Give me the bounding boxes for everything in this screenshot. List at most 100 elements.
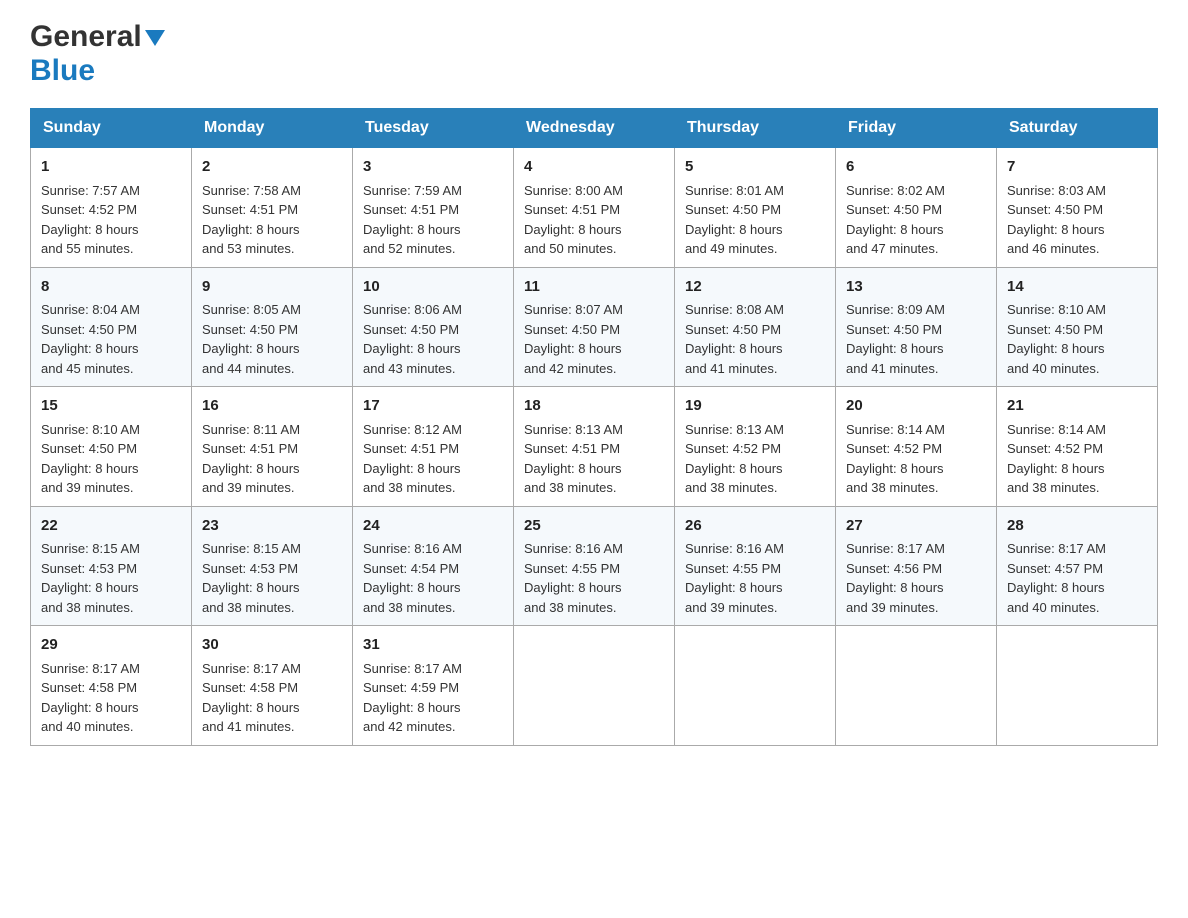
day-info: Sunrise: 8:03 AMSunset: 4:50 PMDaylight:… bbox=[1007, 181, 1147, 259]
day-number: 5 bbox=[685, 156, 825, 179]
day-info: Sunrise: 8:17 AMSunset: 4:58 PMDaylight:… bbox=[202, 659, 342, 737]
day-number: 23 bbox=[202, 515, 342, 538]
calendar-week-row: 22 Sunrise: 8:15 AMSunset: 4:53 PMDaylig… bbox=[31, 506, 1158, 626]
day-number: 7 bbox=[1007, 156, 1147, 179]
day-number: 27 bbox=[846, 515, 986, 538]
day-number: 31 bbox=[363, 634, 503, 657]
calendar-cell: 5 Sunrise: 8:01 AMSunset: 4:50 PMDayligh… bbox=[675, 148, 836, 268]
header-tuesday: Tuesday bbox=[353, 109, 514, 148]
day-number: 13 bbox=[846, 276, 986, 299]
day-info: Sunrise: 8:10 AMSunset: 4:50 PMDaylight:… bbox=[41, 420, 181, 498]
day-info: Sunrise: 7:57 AMSunset: 4:52 PMDaylight:… bbox=[41, 181, 181, 259]
calendar-cell: 11 Sunrise: 8:07 AMSunset: 4:50 PMDaylig… bbox=[514, 267, 675, 387]
day-info: Sunrise: 8:09 AMSunset: 4:50 PMDaylight:… bbox=[846, 300, 986, 378]
day-info: Sunrise: 7:58 AMSunset: 4:51 PMDaylight:… bbox=[202, 181, 342, 259]
calendar-cell: 20 Sunrise: 8:14 AMSunset: 4:52 PMDaylig… bbox=[836, 387, 997, 507]
day-info: Sunrise: 8:06 AMSunset: 4:50 PMDaylight:… bbox=[363, 300, 503, 378]
day-info: Sunrise: 8:01 AMSunset: 4:50 PMDaylight:… bbox=[685, 181, 825, 259]
day-info: Sunrise: 8:12 AMSunset: 4:51 PMDaylight:… bbox=[363, 420, 503, 498]
calendar-header-row: SundayMondayTuesdayWednesdayThursdayFrid… bbox=[31, 109, 1158, 148]
day-number: 4 bbox=[524, 156, 664, 179]
day-info: Sunrise: 7:59 AMSunset: 4:51 PMDaylight:… bbox=[363, 181, 503, 259]
day-info: Sunrise: 8:14 AMSunset: 4:52 PMDaylight:… bbox=[1007, 420, 1147, 498]
calendar-cell: 1 Sunrise: 7:57 AMSunset: 4:52 PMDayligh… bbox=[31, 148, 192, 268]
day-number: 20 bbox=[846, 395, 986, 418]
day-info: Sunrise: 8:07 AMSunset: 4:50 PMDaylight:… bbox=[524, 300, 664, 378]
calendar-table: SundayMondayTuesdayWednesdayThursdayFrid… bbox=[30, 108, 1158, 746]
calendar-cell: 21 Sunrise: 8:14 AMSunset: 4:52 PMDaylig… bbox=[997, 387, 1158, 507]
page-header: General Blue bbox=[30, 20, 1158, 88]
calendar-cell: 22 Sunrise: 8:15 AMSunset: 4:53 PMDaylig… bbox=[31, 506, 192, 626]
calendar-cell: 25 Sunrise: 8:16 AMSunset: 4:55 PMDaylig… bbox=[514, 506, 675, 626]
day-number: 8 bbox=[41, 276, 181, 299]
day-number: 10 bbox=[363, 276, 503, 299]
calendar-week-row: 1 Sunrise: 7:57 AMSunset: 4:52 PMDayligh… bbox=[31, 148, 1158, 268]
day-number: 19 bbox=[685, 395, 825, 418]
calendar-cell: 9 Sunrise: 8:05 AMSunset: 4:50 PMDayligh… bbox=[192, 267, 353, 387]
header-wednesday: Wednesday bbox=[514, 109, 675, 148]
day-info: Sunrise: 8:13 AMSunset: 4:51 PMDaylight:… bbox=[524, 420, 664, 498]
calendar-week-row: 15 Sunrise: 8:10 AMSunset: 4:50 PMDaylig… bbox=[31, 387, 1158, 507]
calendar-cell: 8 Sunrise: 8:04 AMSunset: 4:50 PMDayligh… bbox=[31, 267, 192, 387]
day-number: 2 bbox=[202, 156, 342, 179]
day-number: 18 bbox=[524, 395, 664, 418]
calendar-cell: 7 Sunrise: 8:03 AMSunset: 4:50 PMDayligh… bbox=[997, 148, 1158, 268]
day-info: Sunrise: 8:16 AMSunset: 4:55 PMDaylight:… bbox=[685, 539, 825, 617]
day-number: 30 bbox=[202, 634, 342, 657]
day-number: 11 bbox=[524, 276, 664, 299]
day-number: 22 bbox=[41, 515, 181, 538]
calendar-cell: 23 Sunrise: 8:15 AMSunset: 4:53 PMDaylig… bbox=[192, 506, 353, 626]
day-info: Sunrise: 8:15 AMSunset: 4:53 PMDaylight:… bbox=[41, 539, 181, 617]
calendar-cell bbox=[836, 626, 997, 746]
header-sunday: Sunday bbox=[31, 109, 192, 148]
day-info: Sunrise: 8:17 AMSunset: 4:57 PMDaylight:… bbox=[1007, 539, 1147, 617]
header-friday: Friday bbox=[836, 109, 997, 148]
day-number: 17 bbox=[363, 395, 503, 418]
calendar-cell: 27 Sunrise: 8:17 AMSunset: 4:56 PMDaylig… bbox=[836, 506, 997, 626]
day-number: 16 bbox=[202, 395, 342, 418]
day-info: Sunrise: 8:04 AMSunset: 4:50 PMDaylight:… bbox=[41, 300, 181, 378]
logo-arrow-icon bbox=[145, 30, 165, 51]
calendar-cell: 4 Sunrise: 8:00 AMSunset: 4:51 PMDayligh… bbox=[514, 148, 675, 268]
day-info: Sunrise: 8:17 AMSunset: 4:59 PMDaylight:… bbox=[363, 659, 503, 737]
calendar-cell: 14 Sunrise: 8:10 AMSunset: 4:50 PMDaylig… bbox=[997, 267, 1158, 387]
calendar-cell: 24 Sunrise: 8:16 AMSunset: 4:54 PMDaylig… bbox=[353, 506, 514, 626]
day-number: 3 bbox=[363, 156, 503, 179]
day-info: Sunrise: 8:15 AMSunset: 4:53 PMDaylight:… bbox=[202, 539, 342, 617]
header-thursday: Thursday bbox=[675, 109, 836, 148]
day-number: 21 bbox=[1007, 395, 1147, 418]
calendar-cell: 31 Sunrise: 8:17 AMSunset: 4:59 PMDaylig… bbox=[353, 626, 514, 746]
day-info: Sunrise: 8:05 AMSunset: 4:50 PMDaylight:… bbox=[202, 300, 342, 378]
calendar-week-row: 29 Sunrise: 8:17 AMSunset: 4:58 PMDaylig… bbox=[31, 626, 1158, 746]
calendar-cell: 3 Sunrise: 7:59 AMSunset: 4:51 PMDayligh… bbox=[353, 148, 514, 268]
calendar-cell bbox=[514, 626, 675, 746]
day-info: Sunrise: 8:13 AMSunset: 4:52 PMDaylight:… bbox=[685, 420, 825, 498]
day-info: Sunrise: 8:17 AMSunset: 4:58 PMDaylight:… bbox=[41, 659, 181, 737]
calendar-week-row: 8 Sunrise: 8:04 AMSunset: 4:50 PMDayligh… bbox=[31, 267, 1158, 387]
calendar-cell: 6 Sunrise: 8:02 AMSunset: 4:50 PMDayligh… bbox=[836, 148, 997, 268]
calendar-cell: 16 Sunrise: 8:11 AMSunset: 4:51 PMDaylig… bbox=[192, 387, 353, 507]
calendar-cell: 28 Sunrise: 8:17 AMSunset: 4:57 PMDaylig… bbox=[997, 506, 1158, 626]
calendar-cell: 2 Sunrise: 7:58 AMSunset: 4:51 PMDayligh… bbox=[192, 148, 353, 268]
logo: General Blue bbox=[30, 20, 165, 88]
logo-blue: Blue bbox=[30, 54, 95, 87]
calendar-cell: 29 Sunrise: 8:17 AMSunset: 4:58 PMDaylig… bbox=[31, 626, 192, 746]
calendar-cell bbox=[675, 626, 836, 746]
calendar-cell: 10 Sunrise: 8:06 AMSunset: 4:50 PMDaylig… bbox=[353, 267, 514, 387]
calendar-cell: 30 Sunrise: 8:17 AMSunset: 4:58 PMDaylig… bbox=[192, 626, 353, 746]
day-info: Sunrise: 8:00 AMSunset: 4:51 PMDaylight:… bbox=[524, 181, 664, 259]
day-number: 1 bbox=[41, 156, 181, 179]
day-info: Sunrise: 8:10 AMSunset: 4:50 PMDaylight:… bbox=[1007, 300, 1147, 378]
calendar-cell bbox=[997, 626, 1158, 746]
calendar-cell: 17 Sunrise: 8:12 AMSunset: 4:51 PMDaylig… bbox=[353, 387, 514, 507]
day-info: Sunrise: 8:08 AMSunset: 4:50 PMDaylight:… bbox=[685, 300, 825, 378]
logo-general: General bbox=[30, 20, 142, 54]
day-number: 24 bbox=[363, 515, 503, 538]
day-number: 26 bbox=[685, 515, 825, 538]
day-number: 25 bbox=[524, 515, 664, 538]
day-info: Sunrise: 8:16 AMSunset: 4:55 PMDaylight:… bbox=[524, 539, 664, 617]
day-number: 14 bbox=[1007, 276, 1147, 299]
calendar-cell: 12 Sunrise: 8:08 AMSunset: 4:50 PMDaylig… bbox=[675, 267, 836, 387]
day-info: Sunrise: 8:02 AMSunset: 4:50 PMDaylight:… bbox=[846, 181, 986, 259]
calendar-cell: 18 Sunrise: 8:13 AMSunset: 4:51 PMDaylig… bbox=[514, 387, 675, 507]
